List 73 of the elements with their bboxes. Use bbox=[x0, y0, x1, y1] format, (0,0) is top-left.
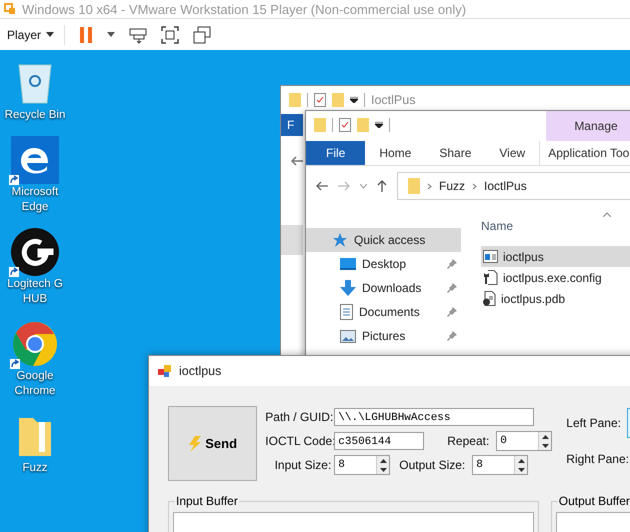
window-title: IoctlPus bbox=[371, 93, 416, 107]
repeat-spinner[interactable]: 0 bbox=[496, 431, 552, 451]
chrome-browser-icon[interactable] bbox=[12, 321, 58, 367]
send-button[interactable]: Send bbox=[168, 406, 258, 481]
group-label: Input Buffer bbox=[175, 494, 239, 508]
ribbon-tab[interactable]: File bbox=[306, 141, 366, 165]
ioctl-code-field[interactable]: c3506144 bbox=[334, 432, 424, 450]
nav-item[interactable]: Documents bbox=[306, 300, 461, 324]
sort-caret-icon[interactable] bbox=[603, 212, 611, 217]
field-label: Output Size: bbox=[398, 458, 466, 472]
star-icon bbox=[332, 233, 348, 247]
ribbon-tab[interactable]: Home bbox=[365, 141, 426, 165]
picture-icon bbox=[340, 330, 356, 342]
file-icon bbox=[483, 291, 496, 306]
window-title: ioctlpus bbox=[179, 364, 222, 378]
pin-icon[interactable] bbox=[447, 259, 457, 269]
field-label: Left Pane: bbox=[566, 416, 621, 430]
back-arrow-icon[interactable] bbox=[316, 181, 328, 191]
download-arrow-icon bbox=[340, 280, 356, 296]
app-logo-icon bbox=[4, 3, 16, 15]
g-logo-icon[interactable] bbox=[11, 228, 59, 276]
customize-caret-icon[interactable] bbox=[350, 97, 358, 103]
edge-browser-icon[interactable] bbox=[11, 136, 59, 184]
manage-tab[interactable]: Manage bbox=[546, 111, 630, 141]
back-arrow-icon[interactable] bbox=[291, 156, 303, 166]
file-item[interactable]: ioctlpus.exe.config bbox=[481, 267, 630, 288]
input-size-spinner[interactable]: 8 bbox=[334, 455, 390, 475]
breadcrumb-item[interactable]: Fuzz bbox=[439, 179, 466, 193]
application-icon bbox=[483, 250, 498, 263]
desktop-icon bbox=[340, 258, 356, 270]
properties-icon[interactable] bbox=[339, 118, 351, 132]
up-arrow-icon[interactable] bbox=[377, 180, 387, 192]
caret-icon[interactable] bbox=[46, 32, 54, 37]
pin-icon[interactable] bbox=[447, 331, 457, 341]
customize-caret-icon[interactable] bbox=[375, 122, 383, 128]
folder-icon bbox=[408, 178, 420, 194]
document-icon bbox=[340, 304, 353, 320]
selected-row-highlight bbox=[281, 225, 303, 255]
properties-icon[interactable] bbox=[314, 93, 326, 107]
column-header[interactable]: Name bbox=[481, 219, 514, 233]
field-label: Path / GUID: bbox=[265, 410, 332, 424]
chevron-icon[interactable] bbox=[427, 182, 432, 190]
ribbon-tab[interactable]: View bbox=[485, 141, 540, 165]
field-label: IOCTL Code: bbox=[265, 434, 332, 448]
nav-item[interactable]: Desktop bbox=[306, 252, 461, 276]
pin-icon[interactable] bbox=[447, 307, 457, 317]
nav-item[interactable]: Downloads bbox=[306, 276, 461, 300]
field-label: Repeat: bbox=[446, 434, 490, 448]
lightning-icon bbox=[188, 436, 202, 452]
file-item[interactable]: ioctlpus bbox=[481, 246, 630, 267]
nav-item[interactable]: Quick access bbox=[306, 228, 461, 252]
ribbon-tab[interactable]: Application Too bbox=[539, 141, 630, 165]
ribbon-tab[interactable]: Share bbox=[425, 141, 486, 165]
path-field[interactable]: \\.\LGHUBHwAccess bbox=[334, 408, 534, 426]
pause-icon[interactable] bbox=[79, 26, 94, 42]
window-title: Windows 10 x64 - VMware Workstation 15 Player (Non-commercial use only) bbox=[22, 2, 466, 16]
nav-item[interactable]: Pictures bbox=[306, 324, 461, 348]
ribbon-tab[interactable]: F bbox=[281, 114, 303, 136]
address-bar[interactable]: Fuzz IoctlPus bbox=[397, 172, 630, 200]
history-caret-icon[interactable] bbox=[360, 184, 367, 188]
app-icon bbox=[158, 365, 172, 377]
config-file-icon bbox=[483, 270, 498, 285]
dropdown-caret-icon[interactable] bbox=[107, 32, 116, 37]
group-label: Output Buffer bbox=[558, 494, 630, 508]
breadcrumb-item[interactable]: IoctlPus bbox=[484, 179, 527, 193]
player-menu-button[interactable]: Player bbox=[5, 26, 56, 44]
field-label: Input Size: bbox=[274, 458, 332, 472]
chevron-icon[interactable] bbox=[472, 182, 478, 190]
file-item[interactable]: ioctlpus.pdb bbox=[481, 288, 630, 309]
fullscreen-icon[interactable] bbox=[161, 26, 180, 44]
output-size-spinner[interactable]: 8 bbox=[472, 455, 528, 475]
pin-icon[interactable] bbox=[447, 283, 457, 293]
field-label: Right Pane: bbox=[566, 452, 629, 466]
